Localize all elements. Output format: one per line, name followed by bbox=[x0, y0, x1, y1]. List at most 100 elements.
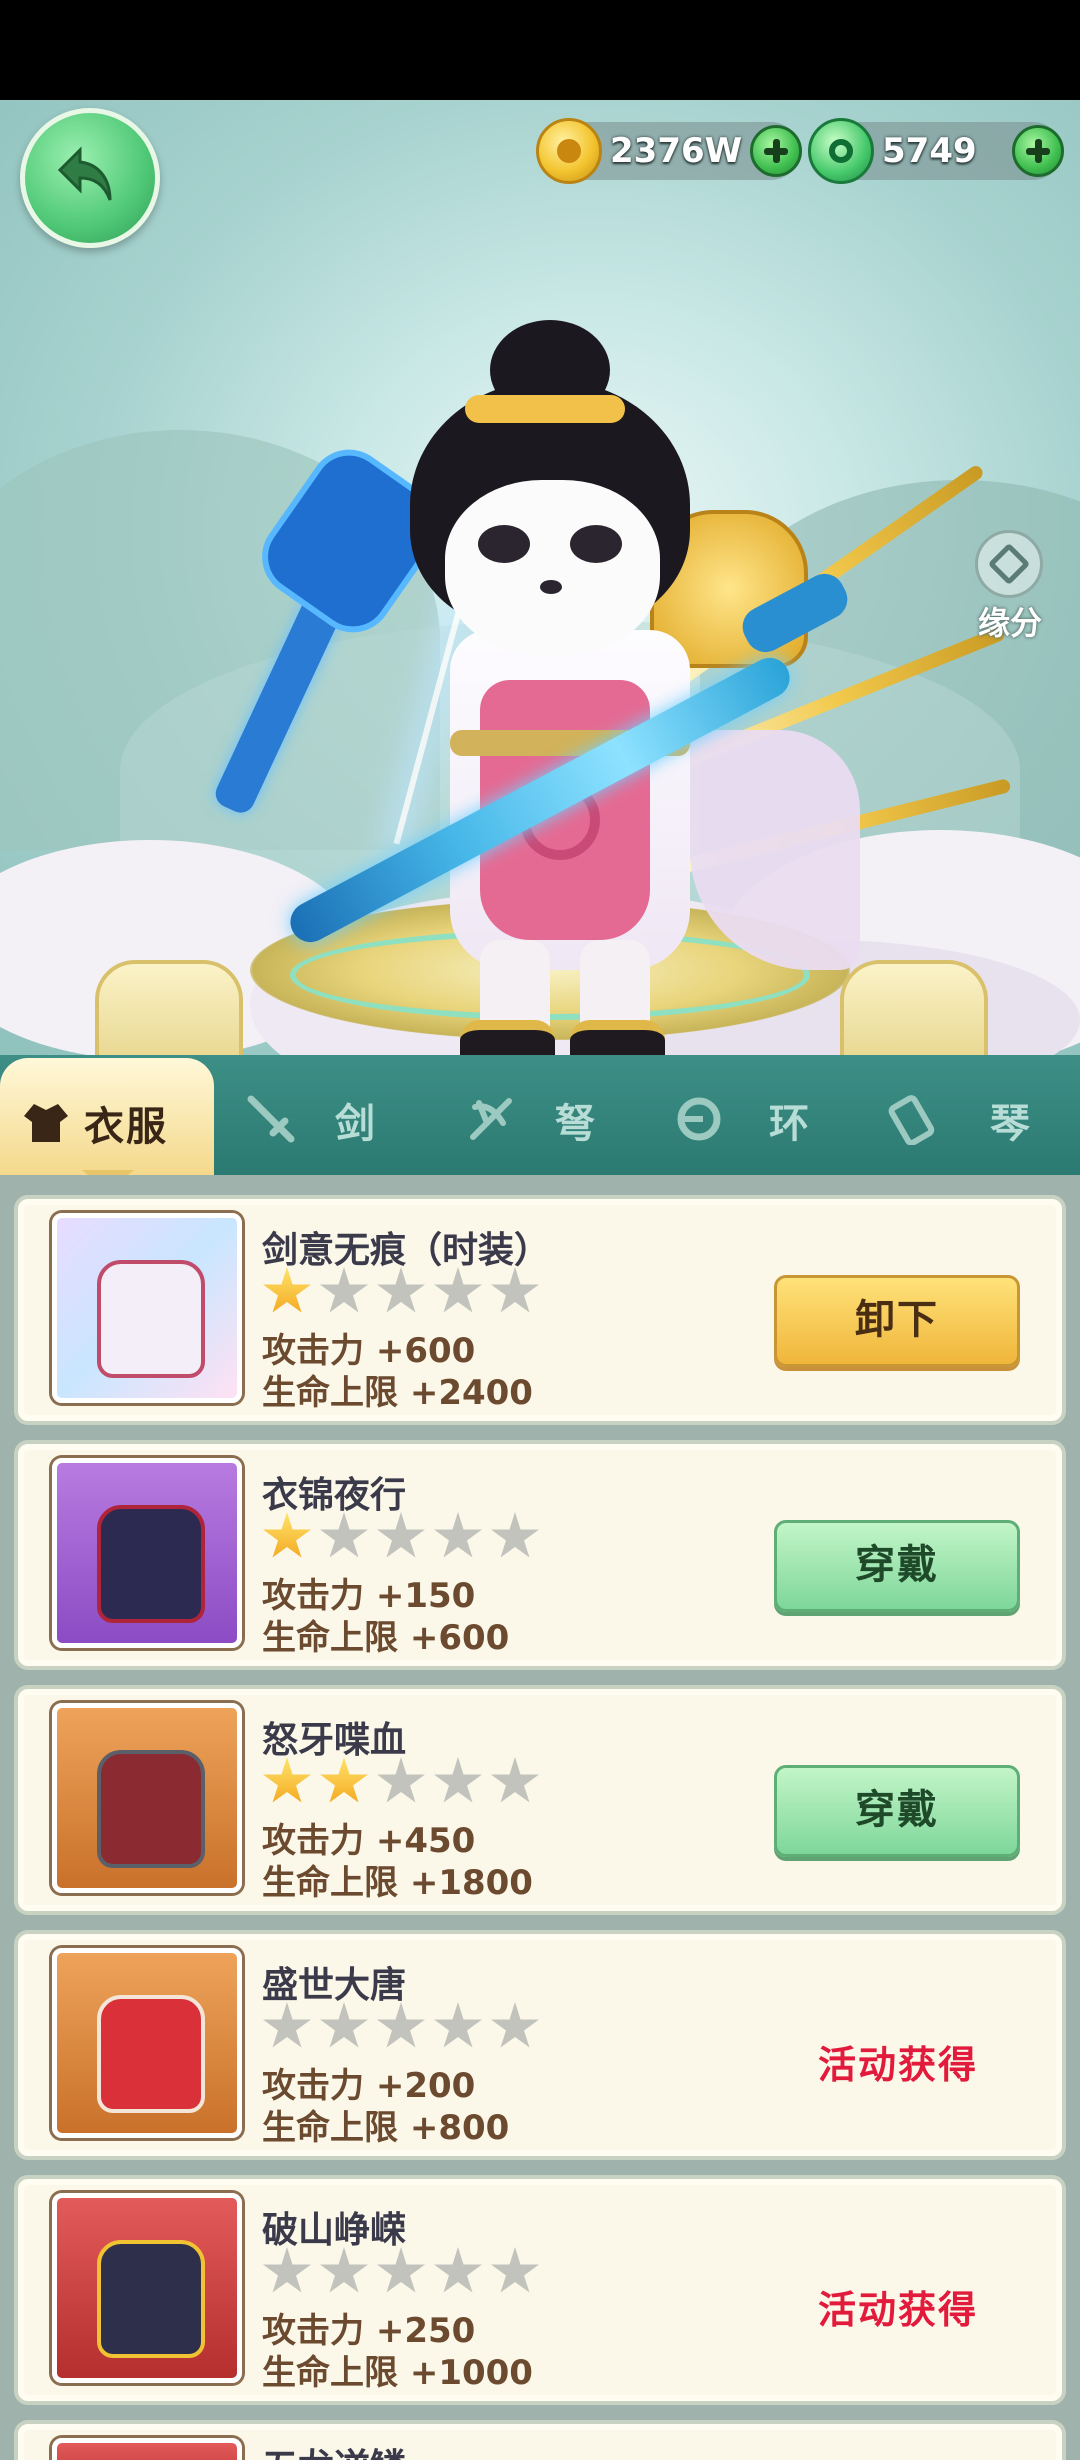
tab-sword[interactable]: 剑 bbox=[225, 1055, 405, 1175]
star-rating bbox=[262, 1757, 547, 1813]
tab-label: 衣服 bbox=[84, 1104, 168, 1150]
outfit-name: 怒牙喋血 bbox=[262, 1720, 407, 1761]
star-empty-icon bbox=[377, 1757, 425, 1803]
fate-label: 缘分 bbox=[977, 604, 1042, 642]
boot bbox=[570, 1020, 665, 1055]
back-arrow-icon bbox=[57, 146, 112, 201]
hp-stat: 生命上限 +800 bbox=[262, 2108, 510, 2148]
star-empty-icon bbox=[320, 1512, 368, 1558]
star-empty-icon bbox=[377, 2002, 425, 2048]
boot bbox=[460, 1020, 555, 1055]
armor-icon bbox=[97, 2240, 205, 2358]
star-empty-icon bbox=[434, 1757, 482, 1803]
gold-currency: 2376W bbox=[536, 118, 802, 184]
tab-ring[interactable]: 环 bbox=[665, 1055, 845, 1175]
star-empty-icon bbox=[491, 1267, 539, 1313]
tab-label[interactable]: 环 bbox=[769, 1091, 811, 1149]
fate-button[interactable]: 缘分 bbox=[955, 530, 1065, 650]
armor-icon bbox=[97, 1750, 205, 1868]
outfit-thumbnail bbox=[52, 1213, 242, 1403]
add-gold-button[interactable] bbox=[750, 125, 802, 177]
event-obtain-label: 活动获得 bbox=[817, 2043, 978, 2087]
star-empty-icon bbox=[434, 1267, 482, 1313]
outfit-name: 破山峥嵘 bbox=[262, 2210, 407, 2251]
star-empty-icon bbox=[491, 1757, 539, 1803]
sword-icon bbox=[247, 1095, 295, 1143]
outfit-thumbnail bbox=[52, 2193, 242, 2383]
list-item[interactable]: 盛世大唐 攻击力 +200 生命上限 +800 活动获得 bbox=[14, 1930, 1066, 2160]
star-filled-icon bbox=[320, 1757, 368, 1803]
hp-stat: 生命上限 +2400 bbox=[262, 1373, 533, 1413]
star-filled-icon bbox=[263, 1757, 311, 1803]
nose bbox=[540, 580, 562, 594]
equip-button[interactable]: 穿戴 bbox=[774, 1765, 1020, 1857]
tab-clothes[interactable]: 衣服 bbox=[0, 1058, 214, 1178]
equip-button[interactable]: 穿戴 bbox=[774, 1520, 1020, 1612]
gold-amount: 2376W bbox=[610, 131, 743, 171]
crossbow-icon bbox=[470, 1098, 512, 1140]
list-item[interactable]: 衣锦夜行 攻击力 +150 生命上限 +600 穿戴 bbox=[14, 1440, 1066, 1670]
list-item[interactable]: 五龙逆鳞 bbox=[14, 2420, 1066, 2460]
jade-currency: 5749 bbox=[808, 118, 1064, 184]
star-rating bbox=[262, 1512, 547, 1568]
star-empty-icon bbox=[377, 2247, 425, 2293]
tab-label: 弩 bbox=[555, 1101, 597, 1147]
star-empty-icon bbox=[263, 2002, 311, 2048]
panda-face bbox=[445, 480, 660, 655]
game-screen: 缘分 2376W 5749 剑 弩 环 琴 衣服 剑意无痕（时装） 攻击力 +6… bbox=[0, 0, 1080, 2460]
hp-stat: 生命上限 +600 bbox=[262, 1618, 510, 1658]
outfit-name: 盛世大唐 bbox=[262, 1965, 407, 2006]
star-empty-icon bbox=[491, 1512, 539, 1558]
star-empty-icon bbox=[320, 2002, 368, 2048]
outfit-name: 五龙逆鳞 bbox=[262, 2438, 406, 2460]
zither-icon bbox=[888, 1095, 935, 1145]
robe-icon bbox=[97, 1260, 205, 1378]
cape bbox=[690, 730, 860, 970]
star-empty-icon bbox=[434, 1512, 482, 1558]
star-filled-icon bbox=[263, 1267, 311, 1313]
list-item[interactable]: 破山峥嵘 攻击力 +250 生命上限 +1000 活动获得 bbox=[14, 2175, 1066, 2405]
outfit-thumbnail bbox=[52, 1948, 242, 2138]
status-bar-area bbox=[0, 0, 1080, 100]
star-empty-icon bbox=[491, 2247, 539, 2293]
star-empty-icon bbox=[377, 1267, 425, 1313]
star-empty-icon bbox=[377, 1512, 425, 1558]
eye-patch bbox=[478, 525, 530, 563]
headband bbox=[465, 395, 625, 423]
fate-emblem-icon bbox=[975, 530, 1043, 598]
star-empty-icon bbox=[320, 1267, 368, 1313]
list-item[interactable]: 怒牙喋血 攻击力 +450 生命上限 +1800 穿戴 bbox=[14, 1685, 1066, 1915]
outfit-thumbnail bbox=[52, 2438, 242, 2460]
add-jade-button[interactable] bbox=[1012, 125, 1064, 177]
character-showcase: 缘分 bbox=[0, 100, 1080, 1055]
tab-label: 琴 bbox=[990, 1101, 1032, 1147]
jade-coin-icon bbox=[808, 118, 874, 184]
unequip-button[interactable]: 卸下 bbox=[774, 1275, 1020, 1367]
star-empty-icon bbox=[491, 2002, 539, 2048]
star-empty-icon bbox=[434, 2002, 482, 2048]
hp-stat: 生命上限 +1000 bbox=[262, 2353, 533, 2393]
eye-patch bbox=[570, 525, 622, 563]
panda-hero-character[interactable] bbox=[200, 260, 1012, 1055]
hp-stat: 生命上限 +1800 bbox=[262, 1863, 533, 1903]
outfit-thumbnail bbox=[52, 1703, 242, 1893]
tab-zither[interactable]: 琴 bbox=[880, 1055, 1080, 1175]
robe-icon bbox=[97, 1995, 205, 2113]
tab-label: 剑 bbox=[335, 1101, 377, 1147]
back-button[interactable] bbox=[20, 108, 160, 248]
outfit-name: 剑意无痕（时装） bbox=[262, 1230, 551, 1271]
jade-amount: 5749 bbox=[882, 131, 977, 171]
star-rating bbox=[262, 1267, 547, 1323]
list-item[interactable]: 剑意无痕（时装） 攻击力 +600 生命上限 +2400 卸下 bbox=[14, 1195, 1066, 1425]
paw-coin-icon bbox=[536, 118, 602, 184]
star-rating bbox=[262, 2247, 547, 2303]
robe-icon bbox=[97, 1505, 205, 1623]
event-obtain-label: 活动获得 bbox=[817, 2288, 978, 2332]
star-filled-icon bbox=[263, 1512, 311, 1558]
star-empty-icon bbox=[320, 2247, 368, 2293]
star-empty-icon bbox=[263, 2247, 311, 2293]
tab-crossbow[interactable]: 弩 bbox=[455, 1055, 645, 1175]
clothes-icon bbox=[24, 1104, 68, 1142]
outfit-name: 衣锦夜行 bbox=[262, 1475, 407, 1516]
star-empty-icon bbox=[434, 2247, 482, 2293]
